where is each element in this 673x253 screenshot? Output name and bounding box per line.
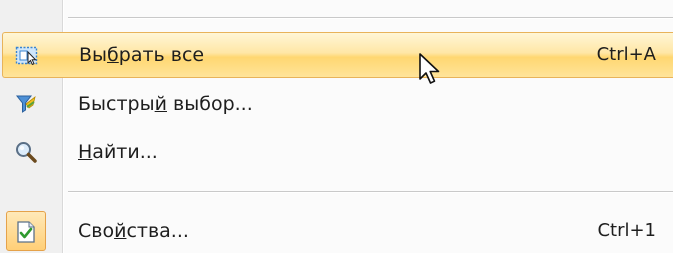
menu-separator-top (68, 17, 673, 19)
menu-item-label: Быстрый выбор... (78, 93, 253, 115)
menu-separator (68, 191, 673, 193)
menu-item-quick-select[interactable]: Быстрый выбор... (0, 80, 673, 128)
menu-item-properties[interactable]: Свойства... Ctrl+1 (0, 207, 673, 253)
select-all-icon (15, 44, 39, 68)
menu-item-label: Найти... (78, 141, 158, 163)
magnifier-icon (14, 140, 38, 164)
mouse-pointer-icon (418, 52, 442, 88)
menu-item-label: Свойства... (78, 220, 189, 242)
properties-checkmark-icon (14, 220, 38, 244)
menu-item-label: Выбрать все (79, 44, 205, 66)
menu-item-shortcut: Ctrl+A (596, 44, 656, 65)
quick-select-funnel-icon (14, 92, 38, 116)
menu-item-select-all[interactable]: Выбрать все Ctrl+A (2, 32, 673, 78)
menu-item-shortcut: Ctrl+1 (597, 220, 656, 241)
menu-item-find[interactable]: Найти... (0, 128, 673, 176)
context-menu: Выбрать все Ctrl+A Быстрый выбор... Найт… (0, 0, 673, 253)
